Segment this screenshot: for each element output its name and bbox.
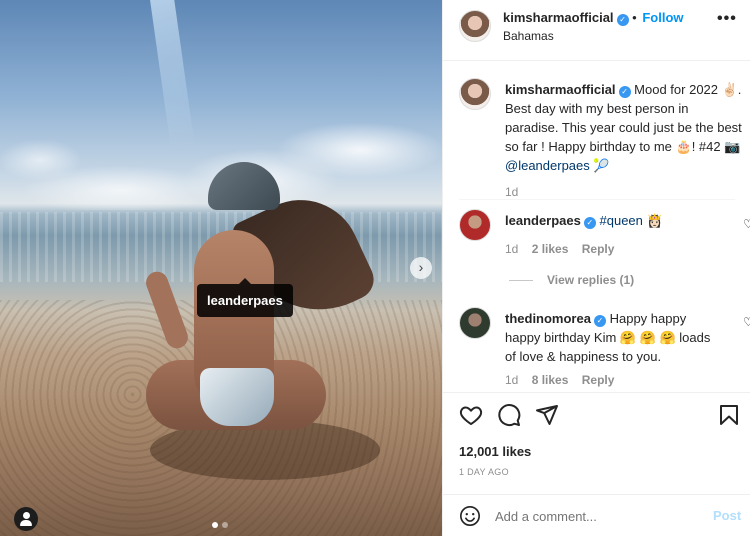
person-bikini: [200, 368, 274, 426]
divider: [459, 199, 735, 200]
person-hat: [208, 162, 280, 210]
action-bar: [459, 403, 739, 431]
add-comment-bar: Post: [443, 494, 750, 536]
header-username[interactable]: kimsharmaofficial: [503, 10, 614, 25]
verified-icon: ✓: [593, 315, 606, 327]
post-side-panel: kimsharmaofficial ✓ • Follow Bahamas ••• …: [442, 0, 750, 536]
user-tag-label[interactable]: leanderpaes: [197, 278, 293, 317]
share-send-icon[interactable]: [535, 403, 559, 427]
more-options-icon[interactable]: •••: [717, 10, 737, 28]
comment-meta: 1d 2 likes Reply: [505, 242, 614, 256]
carousel-dot-active: [212, 522, 218, 528]
comment-username[interactable]: thedinomorea: [505, 311, 591, 326]
post-photo[interactable]: leanderpaes ›: [0, 0, 442, 536]
emoji-picker-icon[interactable]: [459, 505, 481, 527]
save-bookmark-icon[interactable]: [717, 403, 741, 427]
avatar[interactable]: [459, 209, 491, 241]
post-header: kimsharmaofficial ✓ • Follow Bahamas: [459, 8, 739, 52]
comment-text: leanderpaes ✓ #queen 👸🏻: [505, 211, 719, 230]
comment-username[interactable]: leanderpaes: [505, 213, 581, 228]
avatar[interactable]: [459, 78, 491, 110]
comment-text: thedinomorea ✓ Happy happy happy birthday…: [505, 309, 719, 366]
reply-button[interactable]: Reply: [582, 373, 615, 387]
caption-username[interactable]: kimsharmaofficial: [505, 82, 616, 97]
header-separator: •: [632, 10, 637, 25]
post-comment-button[interactable]: Post: [713, 508, 741, 523]
comment-like-heart-icon[interactable]: ♡: [743, 316, 750, 328]
comment-input[interactable]: [495, 505, 695, 527]
tagged-users-icon[interactable]: [14, 507, 38, 531]
comment-meta: 1d 8 likes Reply: [505, 373, 614, 387]
comment-time[interactable]: 1d: [505, 242, 518, 256]
person-arm: [142, 268, 192, 352]
caption-tail-emoji: 🎾: [593, 158, 610, 173]
reply-button[interactable]: Reply: [582, 242, 615, 256]
verified-icon: ✓: [616, 14, 629, 26]
likes-count[interactable]: 12,001 likes: [459, 444, 531, 459]
comment-likes[interactable]: 2 likes: [532, 242, 569, 256]
carousel-next-icon[interactable]: ›: [410, 257, 432, 279]
verified-icon: ✓: [583, 217, 596, 229]
header-top-line: kimsharmaofficial ✓ • Follow: [503, 10, 684, 26]
carousel-dots: [212, 522, 228, 528]
follow-button[interactable]: Follow: [642, 10, 683, 25]
avatar[interactable]: [459, 307, 491, 339]
comment-hashtag-link[interactable]: #queen: [600, 213, 643, 228]
comment-like-heart-icon[interactable]: ♡: [743, 218, 750, 230]
comment-emoji: 👸🏻: [646, 213, 663, 228]
avatar[interactable]: [459, 10, 491, 42]
caption-mention-link[interactable]: @leanderpaes: [505, 158, 590, 173]
comment-likes[interactable]: 8 likes: [532, 373, 569, 387]
comment-time[interactable]: 1d: [505, 373, 518, 387]
header-location[interactable]: Bahamas: [503, 29, 554, 43]
caption-text: kimsharmaofficial ✓ Mood for 2022 ✌🏻. Bes…: [505, 80, 743, 202]
post-timestamp[interactable]: 1 DAY AGO: [459, 467, 509, 477]
divider: [443, 392, 750, 393]
verified-icon: ✓: [618, 86, 631, 98]
divider: [443, 60, 750, 61]
comment-bubble-icon[interactable]: [497, 403, 521, 427]
camera-emoji: 📷: [724, 139, 741, 154]
like-heart-icon[interactable]: [459, 403, 483, 427]
view-replies-button[interactable]: View replies (1): [509, 273, 634, 287]
carousel-dot: [222, 522, 228, 528]
